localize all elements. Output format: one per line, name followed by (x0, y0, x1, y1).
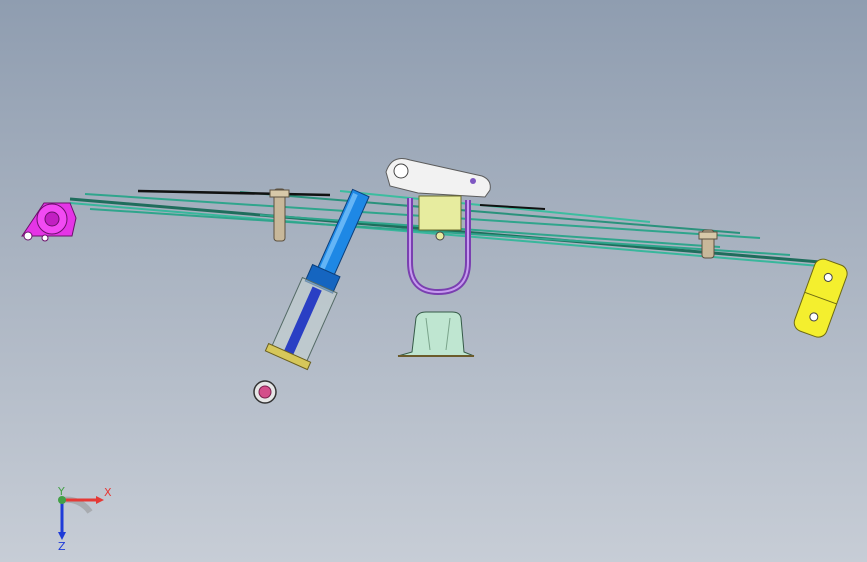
bump-stop-bracket[interactable] (397, 311, 475, 357)
cad-viewport[interactable]: X Y Z (0, 0, 867, 562)
front-spring-eye-bracket[interactable] (21, 202, 77, 242)
z-axis-label: Z (58, 540, 66, 553)
y-axis-label: Y (57, 485, 65, 498)
leaf-clip-rear[interactable] (698, 229, 718, 259)
x-axis-label: X (104, 486, 112, 499)
upper-bracket[interactable] (385, 158, 491, 198)
rear-shackle[interactable] (792, 257, 850, 340)
orientation-triad: X Y Z (57, 485, 112, 553)
